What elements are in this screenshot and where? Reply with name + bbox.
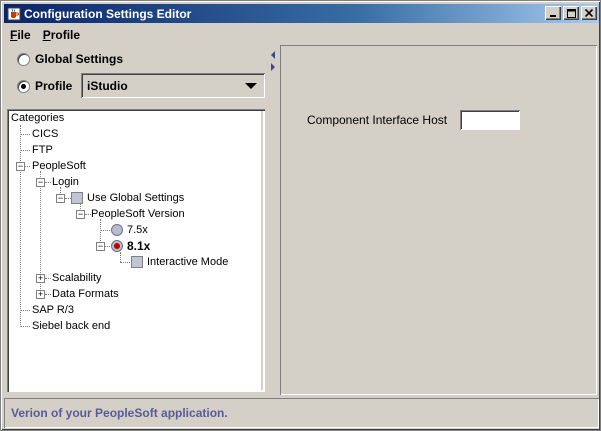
collapse-icon[interactable]: −	[96, 242, 105, 251]
tree-line	[45, 182, 51, 183]
tree-line	[45, 294, 51, 295]
status-text: Verion of your PeopleSoft application.	[11, 406, 228, 420]
component-interface-host-label: Component Interface Host	[307, 113, 448, 127]
tree-line	[45, 278, 51, 279]
tree-line	[100, 219, 101, 243]
collapse-icon[interactable]: −	[76, 210, 85, 219]
tree-item-use-global-settings[interactable]: Use Global Settings	[87, 191, 184, 205]
maximize-icon	[566, 8, 576, 18]
tree-line	[120, 252, 121, 262]
tree-item-8-1x[interactable]: 8.1x	[127, 239, 150, 253]
profile-radio[interactable]	[17, 79, 30, 93]
version-8-1x-radio[interactable]	[111, 240, 123, 252]
version-7-5x-radio[interactable]	[111, 224, 123, 236]
window-controls	[545, 6, 597, 20]
tree-item-sap[interactable]: SAP R/3	[32, 303, 74, 317]
java-coffee-cup-icon[interactable]	[6, 6, 22, 22]
profile-label: Profile	[35, 79, 73, 93]
profile-dropdown-value: iStudio	[87, 78, 128, 93]
minimize-button[interactable]	[545, 6, 561, 20]
tree-line	[20, 125, 21, 327]
dropdown-arrow-icon[interactable]	[245, 83, 257, 89]
close-icon	[585, 9, 593, 17]
tree-item-ftp[interactable]: FTP	[32, 143, 53, 157]
tree-line	[105, 246, 110, 247]
tree-line	[20, 150, 30, 151]
use-global-settings-checkbox[interactable]	[71, 192, 83, 204]
global-settings-option[interactable]: Global Settings	[17, 52, 123, 66]
tree-item-scalability[interactable]: Scalability	[52, 271, 102, 285]
expand-icon[interactable]: +	[36, 274, 45, 283]
status-bar: Verion of your PeopleSoft application.	[4, 398, 599, 428]
menu-file[interactable]: File	[4, 28, 37, 42]
collapse-icon[interactable]: −	[16, 162, 25, 171]
title-bar[interactable]: Configuration Settings Editor	[4, 4, 599, 23]
menu-bar: File Profile	[4, 25, 599, 45]
profile-dropdown[interactable]: iStudio	[81, 73, 265, 98]
tree-item-data-formats[interactable]: Data Formats	[52, 287, 119, 301]
global-settings-label: Global Settings	[35, 52, 124, 66]
tree-line	[100, 230, 110, 231]
tree-line	[20, 310, 30, 311]
maximize-button[interactable]	[563, 6, 579, 20]
tree-edge	[261, 111, 263, 390]
component-interface-host-input[interactable]	[460, 110, 520, 130]
categories-tree: Categories CICS FTP − PeopleSoft − Login…	[7, 109, 265, 392]
close-button[interactable]	[581, 6, 597, 20]
tree-item-7-5x[interactable]: 7.5x	[127, 223, 148, 237]
window-title: Configuration Settings Editor	[24, 6, 192, 21]
split-pane-divider[interactable]	[269, 45, 279, 395]
detail-pane: Component Interface Host	[280, 45, 597, 395]
tree-line	[20, 134, 30, 135]
tree-item-cics[interactable]: CICS	[32, 127, 58, 141]
collapse-icon[interactable]: −	[56, 194, 65, 203]
interactive-mode-checkbox[interactable]	[131, 256, 143, 268]
app-window: Configuration Settings Editor File Profi…	[0, 0, 601, 431]
profile-option[interactable]: Profile	[17, 79, 72, 93]
tree-item-peoplesoft-version[interactable]: PeopleSoft Version	[91, 207, 185, 221]
tree-line	[120, 262, 130, 263]
expand-right-arrow-icon[interactable]	[271, 63, 275, 71]
menu-profile[interactable]: Profile	[37, 28, 86, 42]
tree-item-siebel[interactable]: Siebel back end	[32, 319, 110, 333]
collapse-icon[interactable]: −	[36, 178, 45, 187]
minimize-icon	[550, 15, 556, 17]
expand-icon[interactable]: +	[36, 290, 45, 299]
global-settings-radio[interactable]	[17, 52, 30, 66]
collapse-left-arrow-icon[interactable]	[271, 51, 275, 59]
tree-line	[20, 326, 30, 327]
tree-root-categories[interactable]: Categories	[11, 111, 64, 125]
tree-line	[25, 166, 30, 167]
left-pane: Global Settings Profile iStudio Categori…	[7, 45, 267, 395]
tree-item-interactive-mode[interactable]: Interactive Mode	[147, 255, 228, 269]
tree-item-login[interactable]: Login	[52, 175, 79, 189]
